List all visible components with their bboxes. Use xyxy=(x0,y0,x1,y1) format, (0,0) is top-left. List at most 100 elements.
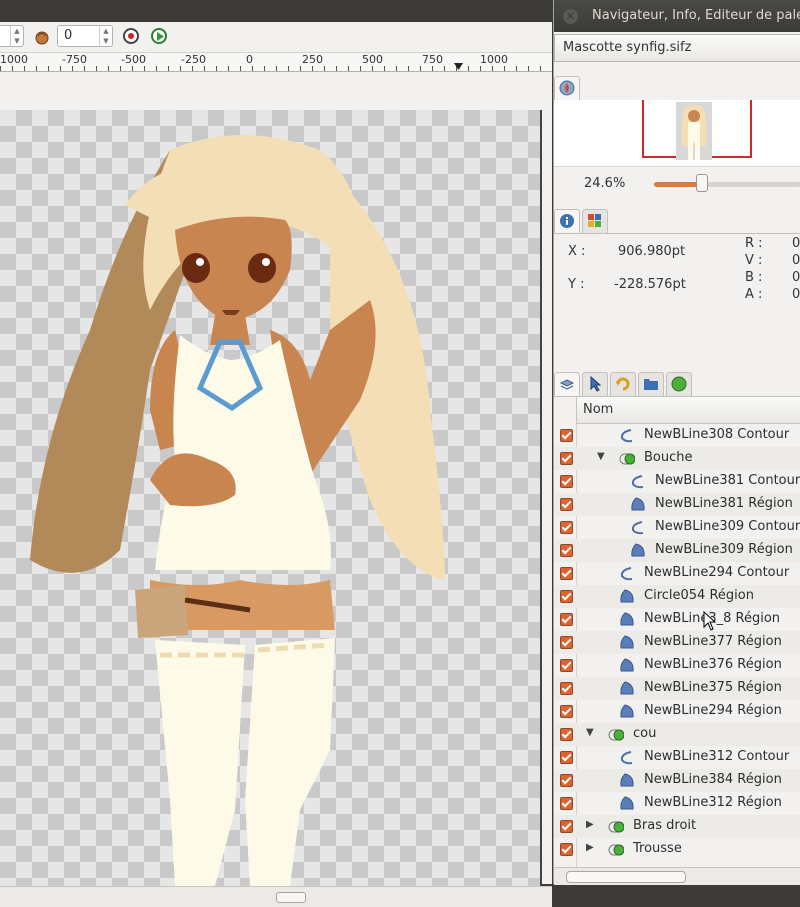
zoom-value: 24.6% xyxy=(584,176,626,191)
layer-visibility-checkbox[interactable] xyxy=(560,498,573,511)
layer-row[interactable]: NewBLine3_8 Région xyxy=(554,608,800,631)
ruler-label: 0 xyxy=(246,53,253,66)
layer-row[interactable]: NewBLine384 Région xyxy=(554,769,800,792)
r-label: R : xyxy=(745,236,763,251)
scrollbar-grip[interactable] xyxy=(566,871,686,883)
layer-row[interactable]: NewBLine381 Région xyxy=(554,493,800,516)
layer-visibility-checkbox[interactable] xyxy=(560,728,573,741)
layer-row[interactable]: NewBLine375 Région xyxy=(554,677,800,700)
play-button[interactable] xyxy=(151,28,167,44)
info-icon xyxy=(560,214,574,228)
ruler-label: 1000 xyxy=(480,53,508,66)
layer-name: NewBLine377 Région xyxy=(644,634,782,649)
expander-icon[interactable]: ▶ xyxy=(586,819,594,830)
tab-history[interactable] xyxy=(610,372,636,396)
info-tabs xyxy=(554,207,800,234)
layer-visibility-checkbox[interactable] xyxy=(560,429,573,442)
layer-visibility-checkbox[interactable] xyxy=(560,567,573,580)
navigator-preview[interactable] xyxy=(554,100,800,167)
region-layer-icon xyxy=(620,612,634,626)
layer-row[interactable]: NewBLine308 Contour xyxy=(554,424,800,447)
folder-icon xyxy=(644,379,658,390)
tab-sound[interactable] xyxy=(666,372,692,396)
close-button[interactable]: ✕ xyxy=(563,9,578,24)
layer-row[interactable]: NewBLine294 Région xyxy=(554,700,800,723)
layer-list: NewBLine308 Contour ▼ Bouche NewBLine381 Co… xyxy=(554,424,800,867)
name-column-label: Nom xyxy=(583,402,614,417)
tab-library[interactable] xyxy=(638,372,664,396)
layers-column-header[interactable]: Nom xyxy=(576,397,800,424)
spin-arrows[interactable]: ▲ ▼ xyxy=(10,26,23,46)
layer-name: Circle054 Région xyxy=(644,588,754,603)
time-spin[interactable]: ▲ ▼ xyxy=(0,25,24,47)
layer-name: NewBLine375 Région xyxy=(644,680,782,695)
layer-row[interactable]: ▼ Bouche xyxy=(554,447,800,470)
tab-navigator[interactable] xyxy=(554,76,580,100)
layer-row[interactable]: NewBLine381 Contour xyxy=(554,470,800,493)
expander-icon[interactable]: ▼ xyxy=(586,727,594,738)
layers-icon xyxy=(559,379,575,390)
tab-palette-editor[interactable] xyxy=(582,209,608,233)
layer-visibility-checkbox[interactable] xyxy=(560,544,573,557)
region-layer-icon xyxy=(620,796,634,810)
layer-name: NewBLine312 Contour xyxy=(644,749,790,764)
layer-row[interactable]: NewBLine312 Région xyxy=(554,792,800,815)
expander-icon[interactable]: ▼ xyxy=(597,451,605,462)
canvas-border xyxy=(540,110,542,886)
palette-icon xyxy=(588,214,601,227)
ruler-label: -250 xyxy=(181,53,206,66)
layer-row[interactable]: ▶ Bras droit xyxy=(554,815,800,838)
mascot-illustration[interactable] xyxy=(0,110,540,886)
layer-row[interactable]: ▶ Trousse xyxy=(554,838,800,861)
zoom-slider[interactable] xyxy=(654,182,800,187)
layer-name: NewBLine308 Contour xyxy=(644,427,790,442)
layers-scrollbar[interactable] xyxy=(554,867,800,885)
layer-visibility-checkbox[interactable] xyxy=(560,682,573,695)
layer-visibility-checkbox[interactable] xyxy=(560,590,573,603)
tab-info[interactable] xyxy=(554,209,580,233)
layer-visibility-checkbox[interactable] xyxy=(560,521,573,534)
layer-visibility-checkbox[interactable] xyxy=(560,475,573,488)
zoom-control: 24.6% xyxy=(554,168,800,198)
record-button[interactable] xyxy=(123,28,139,44)
layer-visibility-checkbox[interactable] xyxy=(560,751,573,764)
v-value: 0 xyxy=(792,253,800,268)
layer-row[interactable]: ▼ cou xyxy=(554,723,800,746)
layer-row[interactable]: NewBLine377 Région xyxy=(554,631,800,654)
layer-visibility-checkbox[interactable] xyxy=(560,636,573,649)
info-panel: X : 906.980pt Y : -228.576pt R : 0 V : 0… xyxy=(554,234,800,362)
layer-visibility-checkbox[interactable] xyxy=(560,797,573,810)
layer-visibility-checkbox[interactable] xyxy=(560,659,573,672)
v-label: V : xyxy=(745,253,763,268)
layer-visibility-checkbox[interactable] xyxy=(560,452,573,465)
layer-visibility-checkbox[interactable] xyxy=(560,705,573,718)
ruler-label: -500 xyxy=(121,53,146,66)
layer-row[interactable]: Circle054 Région xyxy=(554,585,800,608)
region-layer-icon xyxy=(620,704,634,718)
document-selector[interactable]: Mascotte synfig.sifz xyxy=(554,34,800,62)
expander-icon[interactable]: ▶ xyxy=(586,842,594,853)
zoom-slider-handle[interactable] xyxy=(696,174,708,192)
tab-params[interactable] xyxy=(582,372,608,396)
layer-visibility-checkbox[interactable] xyxy=(560,613,573,626)
layer-row[interactable]: NewBLine309 Contour xyxy=(554,516,800,539)
keyframe-spin[interactable]: 0 ▲ ▼ xyxy=(57,25,113,47)
layer-row[interactable]: NewBLine376 Région xyxy=(554,654,800,677)
layer-visibility-checkbox[interactable] xyxy=(560,843,573,856)
layer-row[interactable]: NewBLine309 Région xyxy=(554,539,800,562)
layers-tabs xyxy=(554,370,800,397)
document-name: Mascotte synfig.sifz xyxy=(563,40,692,55)
layer-row[interactable]: NewBLine312 Contour xyxy=(554,746,800,769)
layer-visibility-checkbox[interactable] xyxy=(560,820,573,833)
canvas-horizontal-scrollbar[interactable] xyxy=(0,886,552,907)
spin-arrows[interactable]: ▲ ▼ xyxy=(99,26,112,46)
compass-icon xyxy=(559,80,575,96)
ruler-label: 500 xyxy=(362,53,383,66)
scrollbar-grip[interactable] xyxy=(276,892,306,903)
region-layer-icon xyxy=(620,635,634,649)
layer-visibility-checkbox[interactable] xyxy=(560,774,573,787)
layer-row[interactable]: NewBLine294 Contour xyxy=(554,562,800,585)
tab-layers[interactable] xyxy=(554,372,580,396)
play-icon xyxy=(157,32,164,41)
onion-skin-icon[interactable] xyxy=(33,28,51,50)
